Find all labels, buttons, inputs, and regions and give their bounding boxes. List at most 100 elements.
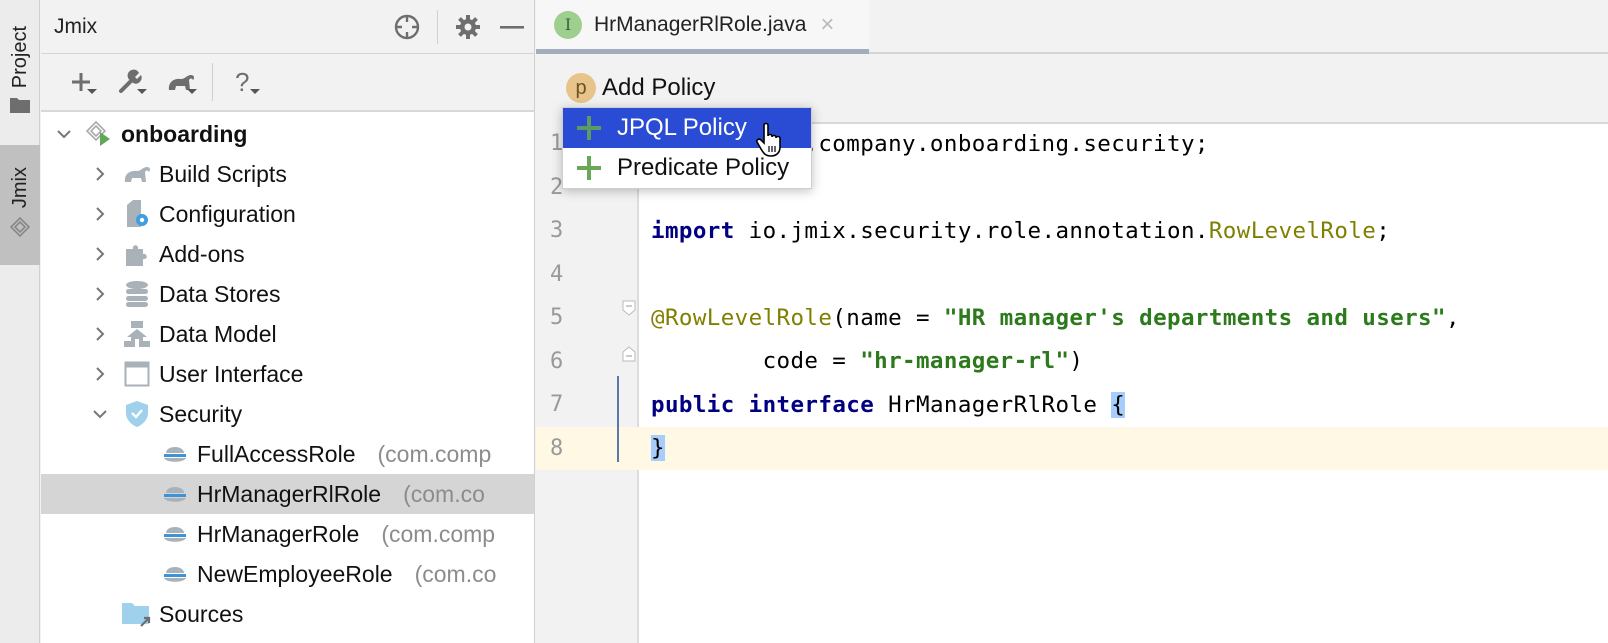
svg-text:?: ? — [235, 69, 249, 95]
role-cap-icon — [159, 440, 191, 468]
interface-icon: I — [554, 10, 582, 39]
code-line[interactable]: 5 @RowLevelRole(name = "HR manager's depa… — [536, 296, 1608, 340]
chevron-right-icon[interactable] — [89, 363, 111, 385]
chevron-down-icon[interactable] — [53, 123, 75, 145]
tree-item-user-interface[interactable]: User Interface — [41, 354, 534, 394]
line-number: 4 — [550, 261, 564, 287]
tree-item-security[interactable]: Security — [41, 394, 534, 434]
line-number: 7 — [550, 392, 564, 418]
project-tree: onboarding Build Scripts Configuration A… — [41, 112, 534, 634]
chevron-right-icon[interactable] — [89, 283, 111, 305]
editor-tab-bar: I HrManagerRlRole.java × — [536, 0, 1608, 54]
hand-cursor-icon — [756, 122, 781, 157]
tree-item-role[interactable]: HrManagerRole (com.comp — [41, 514, 534, 554]
tree-item-add-ons[interactable]: Add-ons — [41, 234, 534, 274]
code-line[interactable]: 7 public interface HrManagerRlRole { — [536, 383, 1608, 427]
code-token-plain: io.jmix.security.role.annotation. — [734, 217, 1209, 244]
fold-end-icon[interactable] — [622, 346, 636, 362]
code-token-str: "hr-manager-rl" — [860, 348, 1070, 375]
close-icon[interactable]: × — [820, 12, 834, 37]
code-line[interactable]: 4 — [536, 253, 1608, 297]
gradle-button[interactable] — [156, 62, 206, 102]
chevron-right-icon[interactable] — [89, 243, 111, 265]
puzzle-icon — [121, 240, 153, 268]
plus-icon — [575, 154, 603, 182]
code-token-str: "HR manager's departments and users" — [943, 304, 1446, 331]
tree-item-label: Data Model — [159, 320, 277, 347]
tool-tab-project-label: Project — [8, 25, 31, 89]
tree-item-label: Data Stores — [159, 280, 281, 307]
plus-icon — [575, 114, 603, 142]
code-token-kw: interface — [748, 391, 875, 418]
minimize-icon[interactable] — [490, 7, 534, 47]
line-number: 3 — [550, 218, 564, 244]
code-text: code = "hr-manager-rl") — [651, 348, 1083, 374]
role-cap-icon — [159, 560, 191, 588]
tree-item-label: User Interface — [159, 360, 304, 387]
tree-item-label: HrManagerRlRole — [197, 480, 382, 507]
chevron-down-icon[interactable] — [89, 403, 111, 425]
ide-window: Project Jmix Jmix ? onboarding Build Scr… — [0, 0, 1608, 643]
policy-icon: p — [566, 73, 596, 103]
folder-icon — [9, 96, 31, 119]
help-button[interactable]: ? — [219, 62, 269, 102]
code-token-plain: code = — [651, 348, 861, 375]
editor-tab-label: HrManagerRlRole.java — [594, 12, 807, 36]
code-editor: I HrManagerRlRole.java × p Add Policy 1p… — [536, 0, 1608, 643]
chevron-right-icon[interactable] — [89, 203, 111, 225]
tool-tab-jmix[interactable]: Jmix — [0, 145, 40, 265]
code-text: import io.jmix.security.role.annotation.… — [651, 218, 1390, 244]
tools-button[interactable] — [106, 62, 156, 102]
add-policy-button[interactable]: Add Policy — [602, 74, 715, 102]
tree-item-role[interactable]: FullAccessRole (com.comp — [41, 434, 534, 474]
code-line[interactable]: 3 import io.jmix.security.role.annotation… — [536, 209, 1608, 253]
panel-toolbar: ? — [41, 54, 534, 112]
chevron-right-icon[interactable] — [89, 163, 111, 185]
role-cap-icon — [159, 520, 191, 548]
jmix-icon — [9, 216, 31, 243]
tool-window-strip: Project Jmix — [0, 0, 40, 643]
tree-item-configuration[interactable]: Configuration — [41, 194, 534, 234]
gradle-elephant-icon — [121, 160, 153, 188]
tree-item-label: Security — [159, 400, 243, 427]
menu-item-label: Predicate Policy — [617, 154, 790, 181]
tool-tab-project[interactable]: Project — [0, 0, 40, 145]
source-folder-icon — [121, 600, 153, 628]
code-area[interactable]: 1 package com.company.onboarding.security… — [536, 122, 1608, 643]
menu-item-label: JPQL Policy — [617, 114, 747, 141]
code-token-kw: public — [651, 391, 735, 418]
add-button[interactable] — [56, 62, 106, 102]
panel-title: Jmix — [54, 14, 98, 38]
tool-tab-jmix-label: Jmix — [8, 166, 31, 209]
code-text: } — [651, 435, 665, 462]
tree-item-build-scripts[interactable]: Build Scripts — [41, 154, 534, 194]
tree-item-onboarding[interactable]: onboarding — [41, 114, 534, 154]
tree-item-label: HrManagerRole — [197, 520, 360, 547]
tree-item-label: Configuration — [159, 200, 296, 227]
tree-item-label: Add-ons — [159, 240, 245, 267]
chevron-right-icon[interactable] — [89, 323, 111, 345]
tree-item-package: (com.co — [403, 480, 485, 507]
window-icon — [121, 360, 153, 388]
tree-item-role-selected[interactable]: HrManagerRlRole (com.co — [41, 474, 534, 514]
code-line[interactable]: 6 code = "hr-manager-rl") — [536, 340, 1608, 384]
configuration-icon — [121, 200, 153, 228]
tree-item-sources[interactable]: Sources — [41, 594, 534, 634]
gear-icon[interactable] — [446, 7, 490, 47]
line-number: 5 — [550, 305, 564, 331]
line-number: 8 — [550, 435, 564, 461]
locate-icon[interactable] — [385, 7, 429, 47]
database-icon — [121, 280, 153, 308]
jmix-tool-window: Jmix ? onboarding Build Scripts Configur… — [41, 0, 535, 643]
code-text: @RowLevelRole(name = "HR manager's depar… — [651, 305, 1460, 331]
code-token-plain: , — [1445, 304, 1460, 331]
shield-icon — [121, 400, 153, 428]
code-line[interactable]: 8} — [536, 426, 1608, 470]
panel-header: Jmix — [41, 0, 534, 54]
tree-item-data-stores[interactable]: Data Stores — [41, 274, 534, 314]
tree-item-role[interactable]: NewEmployeeRole (com.co — [41, 554, 534, 594]
editor-tab-hrmanagerrlrole[interactable]: I HrManagerRlRole.java × — [536, 0, 869, 54]
tree-item-data-model[interactable]: Data Model — [41, 314, 534, 354]
fold-start-icon[interactable] — [622, 300, 636, 316]
